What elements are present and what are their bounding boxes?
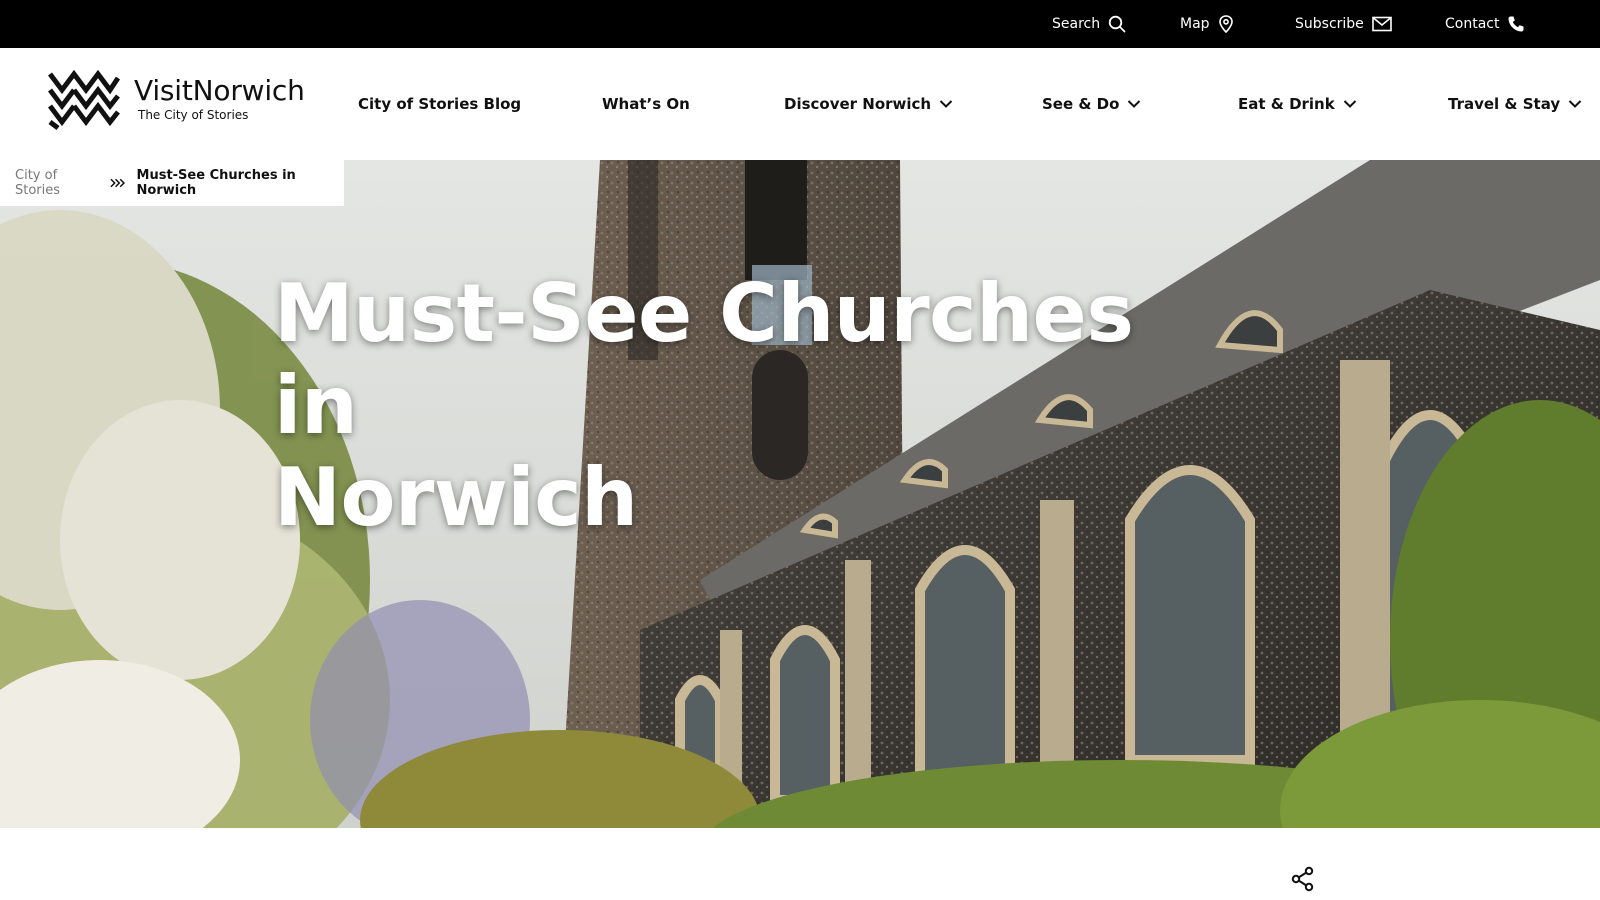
page-title-line-2: Norwich <box>274 451 638 544</box>
nav-item-city-of-stories-blog[interactable]: City of Stories Blog <box>358 48 521 160</box>
chevron-down-icon <box>1568 100 1582 108</box>
breadcrumb: City of Stories Must-See Churches in Nor… <box>0 160 344 206</box>
nav-item-label: What’s On <box>602 95 690 113</box>
nav-item-whats-on[interactable]: What’s On <box>602 48 690 160</box>
map-label: Map <box>1180 16 1210 32</box>
search-icon <box>1108 15 1126 33</box>
breadcrumb-current: Must-See Churches in Norwich <box>136 168 296 198</box>
contact-link[interactable]: Contact <box>1445 0 1525 48</box>
subscribe-label: Subscribe <box>1295 16 1364 32</box>
nav-item-label: Discover Norwich <box>784 95 932 113</box>
chevron-down-icon <box>939 100 953 108</box>
map-pin-icon <box>1218 15 1233 33</box>
nav-item-see-and-do[interactable]: See & Do <box>1042 48 1141 160</box>
logo-title: VisitNorwich <box>134 74 305 107</box>
top-utility-bar: Search Map Subscribe Contact <box>0 0 1600 48</box>
nav-item-label: See & Do <box>1042 95 1120 113</box>
logo-tagline: The City of Stories <box>138 108 249 122</box>
subscribe-link[interactable]: Subscribe <box>1295 0 1392 48</box>
main-navigation: VisitNorwich The City of Stories City of… <box>0 48 1600 160</box>
phone-icon <box>1508 16 1524 32</box>
nav-item-eat-and-drink[interactable]: Eat & Drink <box>1238 48 1357 160</box>
page-title: Must-See Churches in Norwich <box>274 268 1174 544</box>
contact-label: Contact <box>1445 16 1500 32</box>
nav-item-discover-norwich[interactable]: Discover Norwich <box>784 48 953 160</box>
search-link[interactable]: Search <box>1052 0 1126 48</box>
logo-mark-icon <box>48 70 120 130</box>
share-button[interactable] <box>1290 866 1316 892</box>
nav-item-label: Travel & Stay <box>1448 95 1561 113</box>
chevron-down-icon <box>1128 100 1141 108</box>
nav-item-travel-and-stay[interactable]: Travel & Stay <box>1448 48 1582 160</box>
map-link[interactable]: Map <box>1180 0 1234 48</box>
breadcrumb-parent-link[interactable]: City of Stories <box>15 168 100 198</box>
nav-item-label: City of Stories Blog <box>358 95 522 113</box>
share-icon <box>1291 866 1314 892</box>
search-label: Search <box>1052 16 1101 32</box>
chevron-down-icon <box>1343 100 1356 108</box>
page-title-line-1: Must-See Churches in <box>274 267 1134 452</box>
visitnorwich-logo[interactable]: VisitNorwich The City of Stories <box>48 70 308 132</box>
envelope-icon <box>1371 16 1392 32</box>
triple-chevron-right-icon <box>110 178 125 188</box>
nav-item-label: Eat & Drink <box>1238 95 1335 113</box>
